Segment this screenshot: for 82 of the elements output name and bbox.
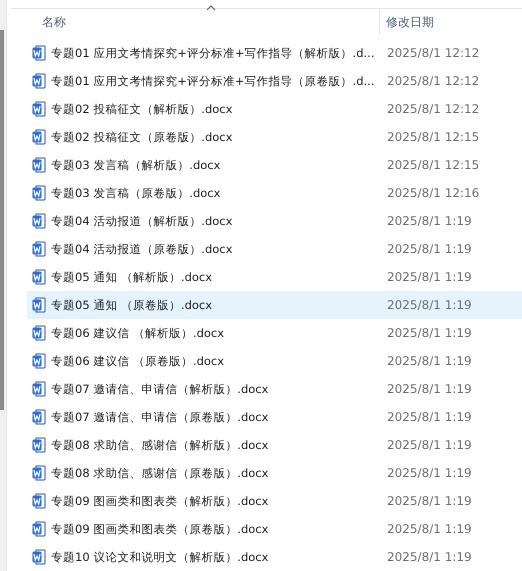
file-row[interactable]: 专题03 发言稿（原卷版）.docx 2025/8/1 12:16 (27, 179, 522, 207)
file-row[interactable]: 专题04 活动报道（原卷版）.docx 2025/8/1 1:19 (27, 235, 522, 263)
file-row[interactable]: 专题05 通知 （原卷版）.docx 2025/8/1 1:19 (27, 291, 522, 319)
file-name: 专题01 应用文考情探究+评分标准+写作指导（解析版）.d... (51, 46, 374, 60)
file-name: 专题09 图画类和图表类（原卷版）.docx (51, 522, 268, 536)
file-row[interactable]: 专题02 投稿征文（原卷版）.docx 2025/8/1 12:15 (27, 123, 522, 151)
column-label: 修改日期 (386, 14, 434, 30)
file-row[interactable]: 专题08 求助信、感谢信（解析版）.docx 2025/8/1 1:19 (27, 431, 522, 459)
modified-date: 2025/8/1 1:19 (386, 438, 472, 452)
file-row[interactable]: 专题05 通知 （解析版）.docx 2025/8/1 1:19 (27, 263, 522, 291)
file-name: 专题05 通知 （原卷版）.docx (51, 298, 212, 312)
modified-date: 2025/8/1 1:19 (386, 270, 472, 284)
file-row[interactable]: 专题10 议论文和说明文（解析版）.docx 2025/8/1 1:19 (27, 543, 522, 571)
word-document-icon (32, 521, 46, 537)
word-document-icon (32, 101, 46, 117)
modified-date: 2025/8/1 1:19 (386, 214, 472, 228)
modified-date: 2025/8/1 12:12 (386, 74, 480, 88)
file-name: 专题02 投稿征文（解析版）.docx (51, 102, 232, 116)
modified-date: 2025/8/1 12:15 (386, 158, 480, 172)
file-name: 专题10 议论文和说明文（解析版）.docx (51, 550, 268, 564)
file-row[interactable]: 专题09 图画类和图表类（解析版）.docx 2025/8/1 1:19 (27, 487, 522, 515)
word-document-icon (32, 353, 46, 369)
word-document-icon (32, 465, 46, 481)
word-document-icon (32, 269, 46, 285)
scrollbar-thumb[interactable] (0, 30, 4, 410)
word-document-icon (32, 157, 46, 173)
file-row[interactable]: 专题07 邀请信、申请信（原卷版）.docx 2025/8/1 1:19 (27, 403, 522, 431)
file-name: 专题07 邀请信、申请信（原卷版）.docx (51, 410, 268, 424)
file-name: 专题02 投稿征文（原卷版）.docx (51, 130, 232, 144)
file-name: 专题09 图画类和图表类（解析版）.docx (51, 494, 268, 508)
file-name: 专题07 邀请信、申请信（解析版）.docx (51, 382, 268, 396)
modified-date: 2025/8/1 1:19 (386, 242, 472, 256)
word-document-icon (32, 409, 46, 425)
file-row[interactable]: 专题01 应用文考情探究+评分标准+写作指导（解析版）.d... 2025/8/1 12:12 (27, 39, 522, 67)
file-name: 专题08 求助信、感谢信（解析版）.docx (51, 438, 268, 452)
file-row[interactable]: 专题02 投稿征文（解析版）.docx 2025/8/1 12:12 (27, 95, 522, 123)
modified-date: 2025/8/1 1:19 (386, 298, 472, 312)
file-row[interactable]: 专题07 邀请信、申请信（解析版）.docx 2025/8/1 1:19 (27, 375, 522, 403)
modified-date: 2025/8/1 1:19 (386, 326, 472, 340)
modified-date: 2025/8/1 12:12 (386, 46, 480, 60)
word-document-icon (32, 45, 46, 61)
modified-date: 2025/8/1 1:19 (386, 522, 472, 536)
word-document-icon (32, 129, 46, 145)
word-document-icon (32, 213, 46, 229)
word-document-icon (32, 493, 46, 509)
modified-date: 2025/8/1 12:15 (386, 130, 480, 144)
modified-date: 2025/8/1 1:19 (386, 354, 472, 368)
file-row[interactable]: 专题03 发言稿（解析版）.docx 2025/8/1 12:15 (27, 151, 522, 179)
file-name: 专题06 建议信 （解析版）.docx (51, 326, 224, 340)
file-row[interactable]: 专题06 建议信 （解析版）.docx 2025/8/1 1:19 (27, 319, 522, 347)
modified-date: 2025/8/1 12:12 (386, 102, 480, 116)
file-name: 专题04 活动报道（原卷版）.docx (51, 242, 232, 256)
file-name: 专题03 发言稿（解析版）.docx (51, 158, 220, 172)
word-document-icon (32, 73, 46, 89)
word-document-icon (32, 549, 46, 565)
column-header[interactable]: 修改日期 (380, 9, 522, 35)
modified-date: 2025/8/1 12:16 (386, 186, 480, 200)
modified-date: 2025/8/1 1:19 (386, 466, 472, 480)
file-row[interactable]: 专题08 求助信、感谢信（原卷版）.docx 2025/8/1 1:19 (27, 459, 522, 487)
file-name: 专题01 应用文考情探究+评分标准+写作指导（原卷版）.d... (51, 74, 374, 88)
file-name: 专题05 通知 （解析版）.docx (51, 270, 212, 284)
modified-date: 2025/8/1 1:19 (386, 382, 472, 396)
modified-date: 2025/8/1 1:19 (386, 550, 472, 564)
file-row[interactable]: 专题04 活动报道（解析版）.docx 2025/8/1 1:19 (27, 207, 522, 235)
scrollbar[interactable] (0, 0, 7, 571)
word-document-icon (32, 325, 46, 341)
word-document-icon (32, 381, 46, 397)
modified-date: 2025/8/1 1:19 (386, 494, 472, 508)
word-document-icon (32, 241, 46, 257)
modified-date: 2025/8/1 1:19 (386, 410, 472, 424)
word-document-icon (32, 437, 46, 453)
file-row[interactable]: 专题06 建议信 （原卷版）.docx 2025/8/1 1:19 (27, 347, 522, 375)
file-name: 专题04 活动报道（解析版）.docx (51, 214, 232, 228)
column-header[interactable]: 名称 (11, 9, 380, 35)
file-row[interactable]: 专题01 应用文考情探究+评分标准+写作指导（原卷版）.d... 2025/8/1 12:12 (27, 67, 522, 95)
file-row[interactable]: 专题09 图画类和图表类（原卷版）.docx 2025/8/1 1:19 (27, 515, 522, 543)
file-name: 专题03 发言稿（原卷版）.docx (51, 186, 220, 200)
file-name: 专题06 建议信 （原卷版）.docx (51, 354, 224, 368)
word-document-icon (32, 297, 46, 313)
column-label: 名称 (42, 14, 66, 30)
word-document-icon (32, 185, 46, 201)
file-name: 专题08 求助信、感谢信（原卷版）.docx (51, 466, 268, 480)
